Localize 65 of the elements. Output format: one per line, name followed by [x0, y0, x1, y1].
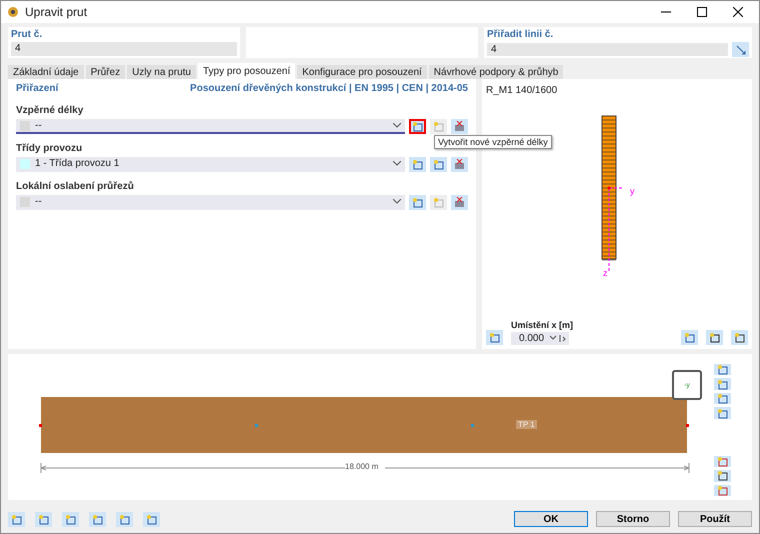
- cube-button[interactable]: [714, 364, 731, 376]
- tab[interactable]: Typy pro posouzení: [198, 63, 296, 79]
- deflection-button[interactable]: [714, 456, 731, 468]
- close-icon[interactable]: [733, 7, 743, 17]
- new-button[interactable]: [409, 119, 426, 134]
- help-button[interactable]: [8, 512, 25, 526]
- edit-button[interactable]: [430, 157, 447, 172]
- maximize-icon[interactable]: [697, 7, 707, 17]
- dimension-text: 18.000 m: [345, 462, 378, 471]
- dropdown[interactable]: 1 - Třída provozu 1: [16, 157, 405, 172]
- tab[interactable]: Průřez: [86, 65, 126, 79]
- cross-section-drawing: y z: [592, 96, 642, 276]
- settings-button[interactable]: [486, 330, 503, 345]
- member-label: Prut č.: [11, 29, 44, 40]
- delete-button[interactable]: [116, 512, 133, 526]
- print-button[interactable]: [731, 330, 748, 345]
- field-label: Vzpěrné délky: [16, 105, 84, 116]
- new-icon: [412, 197, 423, 208]
- zoom-button[interactable]: [714, 484, 731, 496]
- dialog-button[interactable]: OK: [514, 511, 588, 527]
- assign-line-label: Přiřadit linii č.: [487, 29, 554, 40]
- delete-button[interactable]: [451, 119, 468, 134]
- list-button[interactable]: [62, 512, 79, 526]
- layers-button[interactable]: [714, 392, 731, 404]
- dialog-button[interactable]: Použít: [678, 511, 752, 527]
- section-title: Přiřazení: [16, 83, 58, 94]
- beam-label: TP 1: [516, 420, 537, 429]
- tab[interactable]: Uzly na prutu: [127, 65, 196, 79]
- tooltip: Vytvořit nové vzpěrné délky: [434, 135, 552, 149]
- delete-button[interactable]: [451, 157, 468, 172]
- window-title: Upravit prut: [25, 5, 88, 19]
- frame-button[interactable]: [706, 330, 723, 345]
- chevron-icon: [393, 199, 401, 204]
- formula-button[interactable]: [143, 512, 160, 526]
- print-button[interactable]: [714, 470, 731, 482]
- new-button[interactable]: [409, 157, 426, 172]
- field-label: Třídy provozu: [16, 143, 84, 154]
- field-label: Lokální oslabení průřezů: [16, 181, 135, 192]
- pick-button[interactable]: [732, 42, 749, 57]
- new-icon: [412, 121, 423, 132]
- chevron-icon: [393, 161, 401, 166]
- arrow-icon: [736, 44, 746, 54]
- location-field[interactable]: 0.000: [511, 332, 569, 345]
- units-button[interactable]: [35, 512, 52, 526]
- app-icon: [7, 6, 19, 18]
- dropdown[interactable]: --: [16, 195, 405, 210]
- section-name: R_M1 140/1600: [486, 85, 558, 96]
- dropdown[interactable]: --: [16, 119, 405, 134]
- axis-button[interactable]: [714, 378, 731, 390]
- dimension-button[interactable]: [714, 407, 731, 419]
- model-button[interactable]: [89, 512, 106, 526]
- view-button[interactable]: [681, 330, 698, 345]
- chevron-icon: [393, 123, 401, 128]
- member-field[interactable]: 4: [11, 42, 237, 56]
- tab[interactable]: Základní údaje: [8, 65, 84, 79]
- dialog-button[interactable]: Storno: [596, 511, 670, 527]
- new-icon: [412, 159, 423, 170]
- location-label: Umístění x [m]: [511, 320, 574, 330]
- standard-text: Posouzení dřevěných konstrukcí | EN 1995 | CEN | 2014-05: [190, 83, 468, 94]
- tab[interactable]: Konfigurace pro posouzení: [297, 65, 427, 79]
- assign-line-field[interactable]: 4: [487, 43, 728, 56]
- tab[interactable]: Návrhové podpory & průhyb: [428, 65, 564, 79]
- new-button[interactable]: [409, 195, 426, 210]
- spinner-icon: [550, 335, 566, 342]
- delete-button[interactable]: [451, 195, 468, 210]
